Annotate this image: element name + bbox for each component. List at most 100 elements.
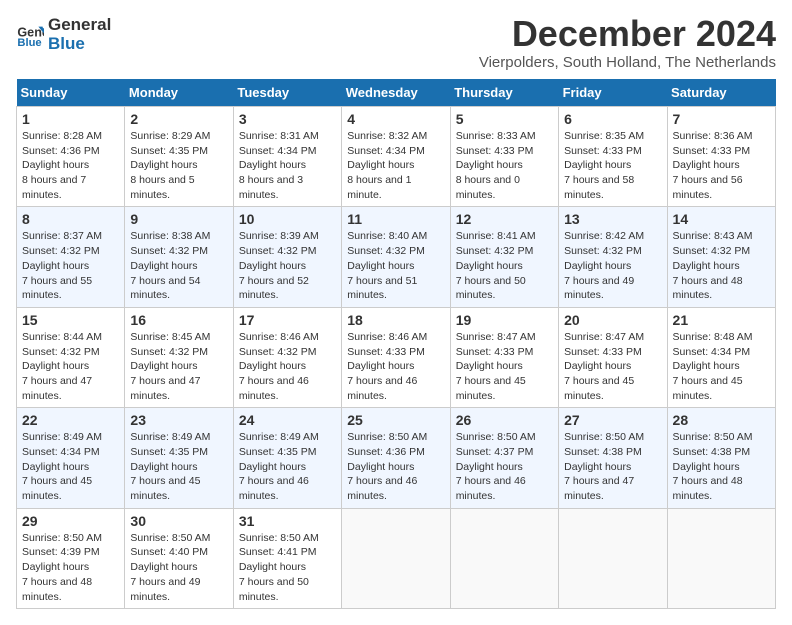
daylight-label: Daylight hours — [130, 360, 197, 372]
calendar-cell: 22 Sunrise: 8:49 AM Sunset: 4:34 PM Dayl… — [17, 408, 125, 508]
day-number: 11 — [347, 211, 444, 227]
day-info: Sunrise: 8:44 AM Sunset: 4:32 PM Dayligh… — [22, 330, 119, 403]
calendar-cell — [342, 508, 450, 608]
day-number: 7 — [673, 111, 770, 127]
calendar-cell: 8 Sunrise: 8:37 AM Sunset: 4:32 PM Dayli… — [17, 207, 125, 307]
sunrise-label: Sunrise: 8:31 AM — [239, 130, 319, 142]
calendar-cell: 6 Sunrise: 8:35 AM Sunset: 4:33 PM Dayli… — [559, 107, 667, 207]
sunrise-label: Sunrise: 8:33 AM — [456, 130, 536, 142]
day-number: 2 — [130, 111, 227, 127]
daylight-value: 7 hours and 49 minutes. — [564, 275, 634, 302]
calendar-cell: 17 Sunrise: 8:46 AM Sunset: 4:32 PM Dayl… — [233, 307, 341, 407]
day-info: Sunrise: 8:32 AM Sunset: 4:34 PM Dayligh… — [347, 129, 444, 202]
sunset-label: Sunset: 4:32 PM — [239, 346, 317, 358]
daylight-value: 7 hours and 45 minutes. — [22, 475, 92, 502]
daylight-label: Daylight hours — [130, 260, 197, 272]
daylight-value: 7 hours and 46 minutes. — [347, 475, 417, 502]
daylight-label: Daylight hours — [456, 260, 523, 272]
daylight-value: 7 hours and 45 minutes. — [673, 375, 743, 402]
day-info: Sunrise: 8:42 AM Sunset: 4:32 PM Dayligh… — [564, 229, 661, 302]
sunset-label: Sunset: 4:41 PM — [239, 546, 317, 558]
calendar-cell — [559, 508, 667, 608]
day-info: Sunrise: 8:49 AM Sunset: 4:34 PM Dayligh… — [22, 430, 119, 503]
sunset-label: Sunset: 4:33 PM — [456, 145, 534, 157]
weekday-header: Friday — [559, 79, 667, 107]
calendar-week-row: 15 Sunrise: 8:44 AM Sunset: 4:32 PM Dayl… — [17, 307, 776, 407]
day-number: 3 — [239, 111, 336, 127]
sunrise-label: Sunrise: 8:50 AM — [456, 431, 536, 443]
day-number: 12 — [456, 211, 553, 227]
daylight-value: 7 hours and 46 minutes. — [239, 475, 309, 502]
daylight-value: 7 hours and 45 minutes. — [564, 375, 634, 402]
sunrise-label: Sunrise: 8:41 AM — [456, 230, 536, 242]
weekday-header: Thursday — [450, 79, 558, 107]
daylight-value: 7 hours and 48 minutes. — [673, 475, 743, 502]
sunrise-label: Sunrise: 8:48 AM — [673, 331, 753, 343]
day-info: Sunrise: 8:49 AM Sunset: 4:35 PM Dayligh… — [130, 430, 227, 503]
sunrise-label: Sunrise: 8:50 AM — [130, 532, 210, 544]
daylight-label: Daylight hours — [130, 461, 197, 473]
sunset-label: Sunset: 4:35 PM — [130, 145, 208, 157]
daylight-label: Daylight hours — [239, 561, 306, 573]
daylight-label: Daylight hours — [22, 561, 89, 573]
calendar-cell: 16 Sunrise: 8:45 AM Sunset: 4:32 PM Dayl… — [125, 307, 233, 407]
calendar-cell: 19 Sunrise: 8:47 AM Sunset: 4:33 PM Dayl… — [450, 307, 558, 407]
calendar-cell: 25 Sunrise: 8:50 AM Sunset: 4:36 PM Dayl… — [342, 408, 450, 508]
calendar-cell: 31 Sunrise: 8:50 AM Sunset: 4:41 PM Dayl… — [233, 508, 341, 608]
calendar-cell: 21 Sunrise: 8:48 AM Sunset: 4:34 PM Dayl… — [667, 307, 775, 407]
daylight-value: 7 hours and 54 minutes. — [130, 275, 200, 302]
daylight-label: Daylight hours — [673, 159, 740, 171]
sunset-label: Sunset: 4:32 PM — [22, 346, 100, 358]
daylight-label: Daylight hours — [22, 360, 89, 372]
calendar-subtitle: Vierpolders, South Holland, The Netherla… — [479, 54, 776, 71]
sunrise-label: Sunrise: 8:37 AM — [22, 230, 102, 242]
day-number: 6 — [564, 111, 661, 127]
sunset-label: Sunset: 4:32 PM — [564, 245, 642, 257]
daylight-label: Daylight hours — [347, 461, 414, 473]
calendar-cell — [667, 508, 775, 608]
day-info: Sunrise: 8:50 AM Sunset: 4:38 PM Dayligh… — [564, 430, 661, 503]
day-info: Sunrise: 8:41 AM Sunset: 4:32 PM Dayligh… — [456, 229, 553, 302]
day-number: 20 — [564, 312, 661, 328]
day-number: 4 — [347, 111, 444, 127]
sunrise-label: Sunrise: 8:50 AM — [673, 431, 753, 443]
daylight-value: 7 hours and 58 minutes. — [564, 174, 634, 201]
sunset-label: Sunset: 4:36 PM — [347, 446, 425, 458]
day-number: 30 — [130, 513, 227, 529]
day-info: Sunrise: 8:39 AM Sunset: 4:32 PM Dayligh… — [239, 229, 336, 302]
day-number: 13 — [564, 211, 661, 227]
day-number: 16 — [130, 312, 227, 328]
calendar-cell: 4 Sunrise: 8:32 AM Sunset: 4:34 PM Dayli… — [342, 107, 450, 207]
sunset-label: Sunset: 4:40 PM — [130, 546, 208, 558]
day-info: Sunrise: 8:40 AM Sunset: 4:32 PM Dayligh… — [347, 229, 444, 302]
daylight-label: Daylight hours — [130, 561, 197, 573]
logo-line1: General — [48, 16, 111, 35]
sunset-label: Sunset: 4:34 PM — [347, 145, 425, 157]
sunset-label: Sunset: 4:33 PM — [564, 145, 642, 157]
sunrise-label: Sunrise: 8:40 AM — [347, 230, 427, 242]
daylight-label: Daylight hours — [564, 260, 631, 272]
daylight-value: 7 hours and 50 minutes. — [239, 576, 309, 603]
logo: General Blue General Blue — [16, 16, 111, 53]
day-info: Sunrise: 8:50 AM Sunset: 4:37 PM Dayligh… — [456, 430, 553, 503]
sunset-label: Sunset: 4:35 PM — [130, 446, 208, 458]
day-info: Sunrise: 8:48 AM Sunset: 4:34 PM Dayligh… — [673, 330, 770, 403]
calendar-cell: 24 Sunrise: 8:49 AM Sunset: 4:35 PM Dayl… — [233, 408, 341, 508]
daylight-value: 7 hours and 49 minutes. — [130, 576, 200, 603]
sunrise-label: Sunrise: 8:32 AM — [347, 130, 427, 142]
day-number: 23 — [130, 412, 227, 428]
daylight-value: 7 hours and 46 minutes. — [239, 375, 309, 402]
calendar-cell: 28 Sunrise: 8:50 AM Sunset: 4:38 PM Dayl… — [667, 408, 775, 508]
daylight-value: 7 hours and 48 minutes. — [22, 576, 92, 603]
day-number: 17 — [239, 312, 336, 328]
sunrise-label: Sunrise: 8:28 AM — [22, 130, 102, 142]
day-info: Sunrise: 8:47 AM Sunset: 4:33 PM Dayligh… — [456, 330, 553, 403]
daylight-value: 8 hours and 1 minute. — [347, 174, 411, 201]
sunrise-label: Sunrise: 8:50 AM — [347, 431, 427, 443]
weekday-header: Tuesday — [233, 79, 341, 107]
daylight-value: 7 hours and 46 minutes. — [456, 475, 526, 502]
calendar-cell: 12 Sunrise: 8:41 AM Sunset: 4:32 PM Dayl… — [450, 207, 558, 307]
day-number: 8 — [22, 211, 119, 227]
daylight-value: 7 hours and 51 minutes. — [347, 275, 417, 302]
sunrise-label: Sunrise: 8:39 AM — [239, 230, 319, 242]
